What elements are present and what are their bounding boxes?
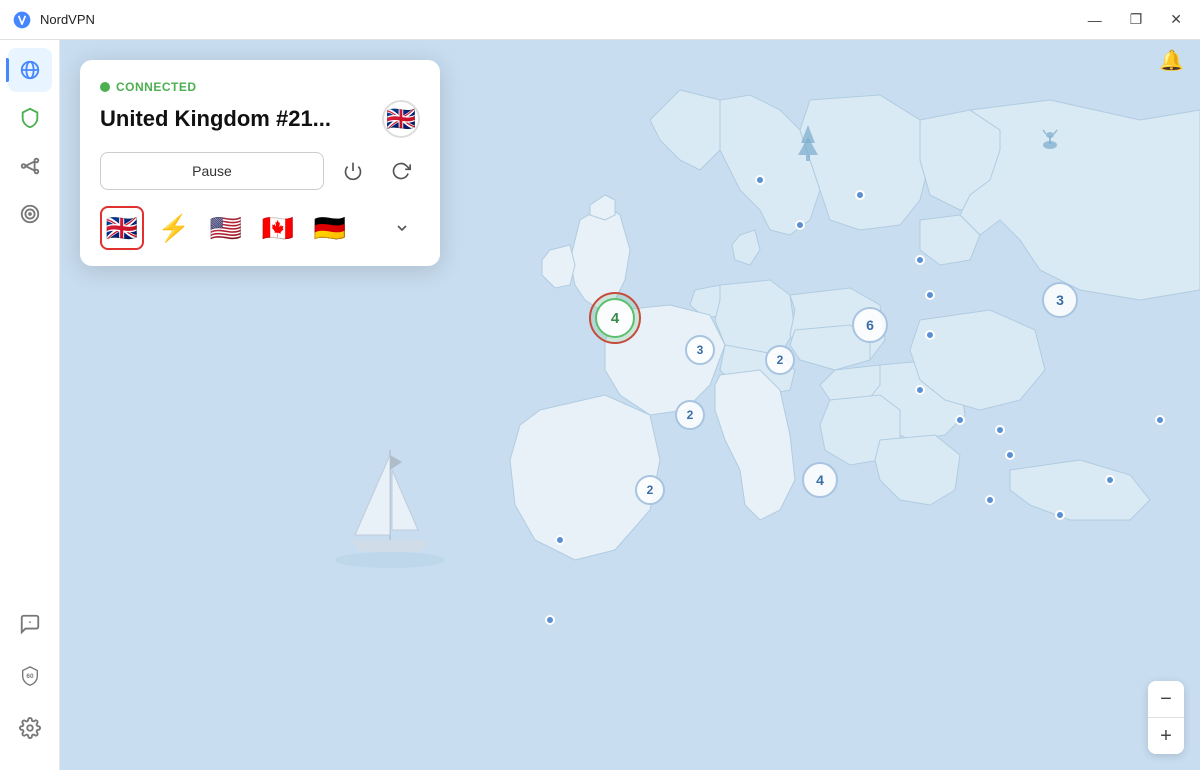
map-dot-gr[interactable] [985, 495, 995, 505]
settings-icon [19, 717, 41, 739]
pause-button[interactable]: Pause [100, 152, 324, 190]
shield-badge-icon: 60 [19, 665, 41, 687]
map-dot-pt[interactable] [555, 535, 565, 545]
status-dot [100, 82, 110, 92]
status-text: CONNECTED [116, 80, 197, 94]
notification-bell[interactable]: 🔔 [1159, 48, 1184, 73]
sidebar-bottom: 60 [8, 602, 52, 770]
titlebar: NordVPN — ❐ ✕ [0, 0, 1200, 40]
flag-de[interactable]: 🇩🇪 [308, 206, 352, 250]
map-dot-fi[interactable] [855, 190, 865, 200]
sidebar-item-support[interactable] [8, 602, 52, 646]
map-area[interactable]: 4 3 2 2 6 2 4 3 🔔 CONNECTED United Kingdom #21.… [60, 40, 1200, 770]
map-dot-ro[interactable] [995, 425, 1005, 435]
map-dot-bg[interactable] [1005, 450, 1015, 460]
svg-text:60: 60 [26, 673, 34, 680]
map-cluster-nl[interactable]: 3 [685, 335, 715, 365]
target-icon [19, 203, 41, 225]
sidebar-item-badge[interactable]: 60 [8, 654, 52, 698]
map-dot-ptw[interactable] [545, 615, 555, 625]
map-dot-lt[interactable] [925, 330, 935, 340]
map-dot-cy[interactable] [1055, 510, 1065, 520]
connection-actions: Pause [100, 152, 420, 190]
zoom-plus-button[interactable]: + [1148, 718, 1184, 754]
sidebar-item-shield[interactable] [8, 96, 52, 140]
zoom-minus-button[interactable]: − [1148, 681, 1184, 717]
server-name: United Kingdom #21... [100, 106, 331, 132]
active-indicator [6, 58, 9, 82]
sidebar-item-threat[interactable] [8, 192, 52, 236]
sidebar-item-settings[interactable] [8, 706, 52, 750]
globe-icon [19, 59, 41, 81]
expand-button[interactable] [384, 210, 420, 246]
close-button[interactable]: ✕ [1164, 9, 1188, 30]
refresh-button[interactable] [382, 152, 420, 190]
map-cluster-de[interactable]: 2 [765, 345, 795, 375]
map-dot-hu[interactable] [915, 385, 925, 395]
flag-ca[interactable]: 🇨🇦 [256, 206, 300, 250]
recent-servers: 🇬🇧 ⚡ 🇺🇸 🇨🇦 🇩🇪 [100, 206, 420, 250]
map-dot-no[interactable] [755, 175, 765, 185]
app-title: NordVPN [40, 12, 1082, 27]
sidebar: 60 [0, 40, 60, 770]
map-cluster-ru[interactable]: 3 [1042, 282, 1078, 318]
flag-speed[interactable]: ⚡ [152, 206, 196, 250]
window-controls: — ❐ ✕ [1082, 9, 1188, 30]
flag-uk[interactable]: 🇬🇧 [100, 206, 144, 250]
map-dot-rs[interactable] [955, 415, 965, 425]
flag-us[interactable]: 🇺🇸 [204, 206, 248, 250]
map-cluster-it[interactable]: 4 [802, 462, 838, 498]
map-cluster-active-uk[interactable]: 4 [589, 292, 641, 344]
map-dot-tr[interactable] [1105, 475, 1115, 485]
mesh-icon [19, 155, 41, 177]
zoom-controls: − + [1148, 681, 1184, 754]
map-cluster-fr[interactable]: 2 [675, 400, 705, 430]
connection-status: CONNECTED [100, 80, 420, 94]
connection-card: CONNECTED United Kingdom #21... 🇬🇧 Pause [80, 60, 440, 266]
map-cluster-es[interactable]: 2 [635, 475, 665, 505]
server-flag: 🇬🇧 [382, 100, 420, 138]
map-dot-se[interactable] [795, 220, 805, 230]
power-button[interactable] [334, 152, 372, 190]
chat-icon [19, 613, 41, 635]
map-cluster-pl[interactable]: 6 [852, 307, 888, 343]
shield-icon [19, 107, 41, 129]
nordvpn-logo [12, 10, 32, 30]
sidebar-item-meshnet[interactable] [8, 144, 52, 188]
maximize-button[interactable]: ❐ [1124, 9, 1149, 30]
sidebar-item-map[interactable] [8, 48, 52, 92]
minimize-button[interactable]: — [1082, 9, 1108, 30]
map-dot-east1[interactable] [1155, 415, 1165, 425]
map-dot-ee[interactable] [915, 255, 925, 265]
server-info: United Kingdom #21... 🇬🇧 [100, 100, 420, 138]
map-dot-lv[interactable] [925, 290, 935, 300]
